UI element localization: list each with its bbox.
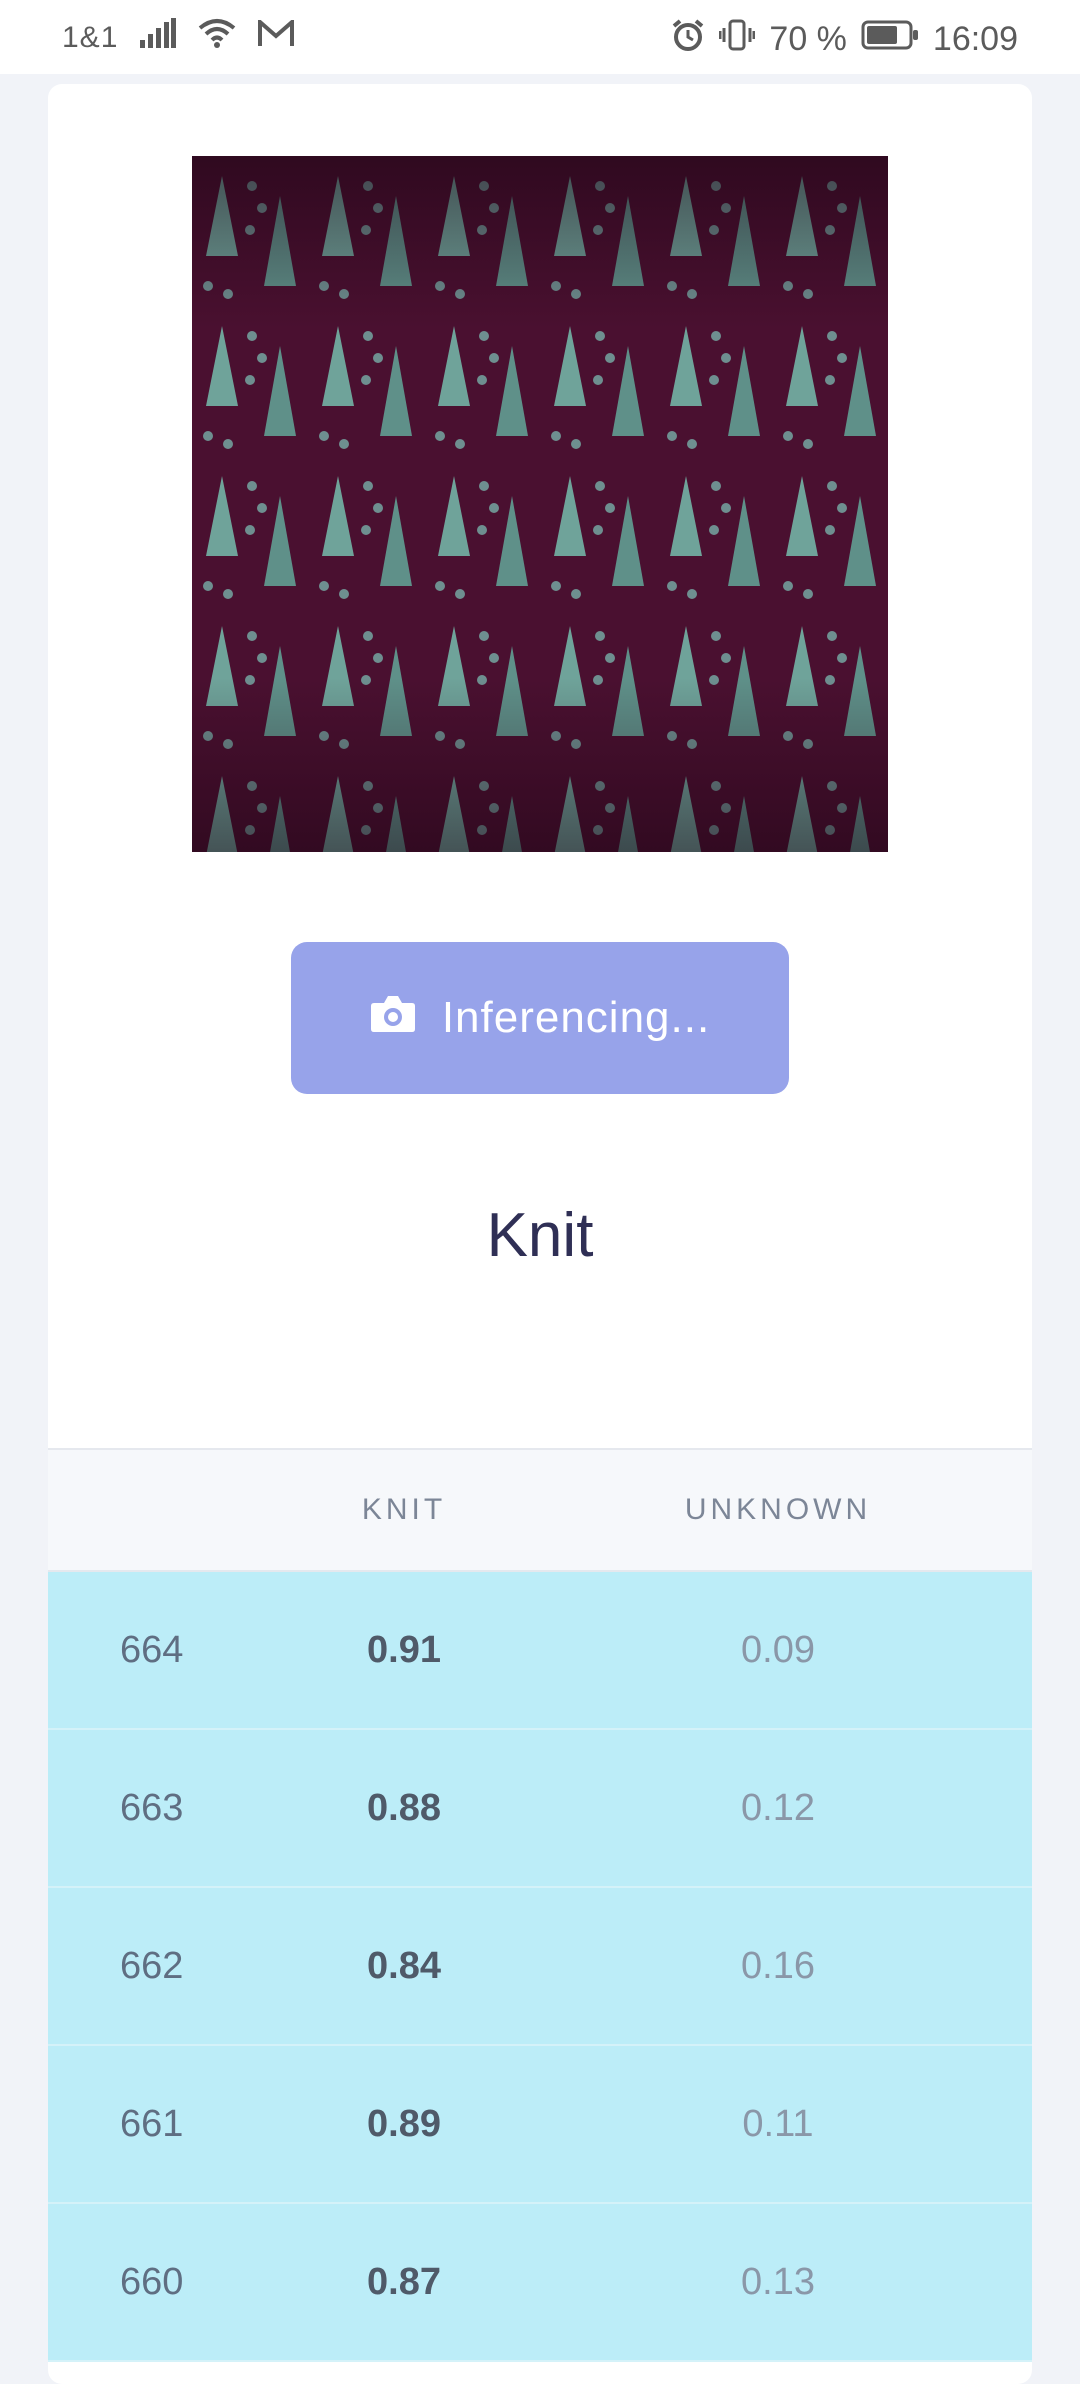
unknown-score: 0.16 [741, 1944, 815, 1987]
wifi-icon [198, 18, 236, 57]
carrier-label: 1&1 [62, 20, 119, 54]
mail-icon [258, 17, 295, 57]
table-row: 664 0.91 0.09 [48, 1572, 1032, 1730]
table-row: 660 0.87 0.13 [48, 2204, 1032, 2362]
inference-button-label: Inferencing... [441, 993, 711, 1042]
row-id: 663 [120, 1786, 184, 1829]
classifier-card: Inferencing... Knit KNIT UNKNOWN 664 0.9… [48, 84, 1032, 2384]
table-row: 663 0.88 0.12 [48, 1730, 1032, 1888]
knit-score: 0.89 [367, 2102, 441, 2145]
table-row: 662 0.84 0.16 [48, 1888, 1032, 2046]
clock-time: 16:09 [932, 20, 1018, 58]
knit-score: 0.91 [367, 1628, 441, 1671]
predictions-table: KNIT UNKNOWN 664 0.91 0.09 663 0.88 0.12… [48, 1448, 1032, 2362]
camera-icon [370, 993, 416, 1044]
unknown-score: 0.13 [741, 2260, 815, 2303]
knit-score: 0.88 [367, 1786, 441, 1829]
unknown-score: 0.09 [741, 1628, 815, 1671]
row-id: 660 [120, 2260, 184, 2303]
predicted-class-label: Knit [486, 1201, 594, 1270]
column-header-unknown: UNKNOWN [684, 1493, 872, 1526]
knit-score: 0.87 [367, 2260, 441, 2303]
signal-icon [140, 18, 177, 57]
alarm-icon [671, 18, 705, 61]
inference-button[interactable]: Inferencing... [291, 942, 789, 1094]
unknown-score: 0.11 [742, 2102, 814, 2145]
battery-percent: 70 % [769, 20, 847, 58]
vibrate-icon [718, 18, 756, 61]
row-id: 661 [120, 2102, 184, 2145]
row-id: 662 [120, 1944, 184, 1987]
column-header-knit: KNIT [361, 1493, 447, 1526]
row-id: 664 [120, 1628, 184, 1671]
table-row: 661 0.89 0.11 [48, 2046, 1032, 2204]
battery-icon [861, 20, 919, 59]
table-header: KNIT UNKNOWN [48, 1448, 1032, 1572]
status-bar: 1&1 70 % 16:09 [0, 0, 1080, 74]
camera-preview-image [192, 156, 888, 852]
unknown-score: 0.12 [741, 1786, 815, 1829]
knit-score: 0.84 [367, 1944, 441, 1987]
